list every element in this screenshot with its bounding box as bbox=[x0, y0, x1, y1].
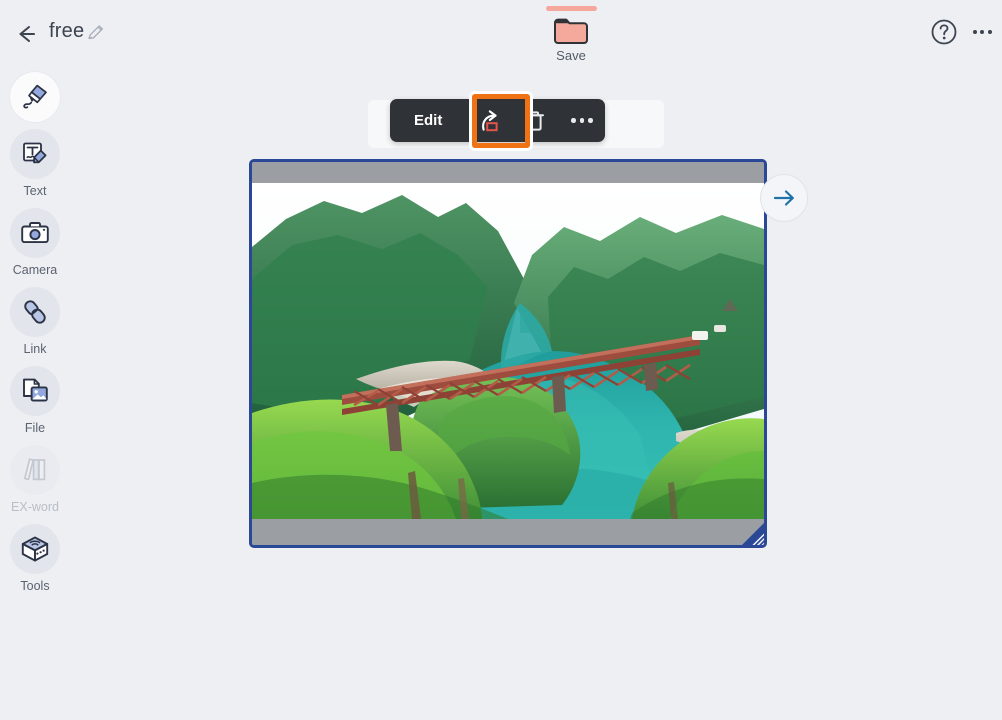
image-letterbox-top bbox=[252, 162, 764, 183]
camera-icon bbox=[21, 222, 49, 244]
pencil-icon bbox=[88, 25, 103, 40]
sidebar-item-text[interactable]: Text bbox=[0, 129, 70, 198]
save-button[interactable]: Save bbox=[540, 6, 602, 68]
sidebar-icon-wrap-tools bbox=[10, 524, 60, 574]
top-overflow-menu-button[interactable] bbox=[966, 16, 998, 48]
back-arrow-icon bbox=[19, 26, 35, 42]
more-horizontal-icon bbox=[980, 30, 984, 34]
books-icon bbox=[23, 458, 46, 481]
object-overflow-menu-button[interactable] bbox=[558, 99, 605, 142]
sidebar-icon-wrap-camera bbox=[10, 208, 60, 258]
page-title: free bbox=[49, 20, 85, 42]
object-context-toolbar: Edit bbox=[390, 99, 606, 142]
sidebar-icon-wrap-file bbox=[10, 366, 60, 416]
image-letterbox-bottom bbox=[252, 519, 764, 545]
text-edit-icon bbox=[23, 142, 47, 164]
photo-content bbox=[252, 183, 764, 519]
top-bar: free Save bbox=[0, 0, 1002, 68]
sidebar-label-file: File bbox=[24, 421, 46, 435]
sidebar-label-tools: Tools bbox=[20, 579, 50, 593]
sidebar-item-camera[interactable]: Camera bbox=[0, 208, 70, 277]
sidebar-label-ex-word: EX-word bbox=[11, 500, 59, 514]
title-edit-pencil-button[interactable] bbox=[86, 22, 106, 42]
sidebar-item-file[interactable]: File bbox=[0, 366, 70, 435]
selected-image-object[interactable] bbox=[249, 159, 767, 548]
sidebar-icon-wrap-link bbox=[10, 287, 60, 337]
back-button[interactable] bbox=[10, 18, 42, 50]
sidebar-label-camera: Camera bbox=[12, 263, 58, 277]
sidebar-icon-wrap-text bbox=[10, 129, 60, 179]
landscape-photo bbox=[252, 183, 764, 519]
save-label: Save bbox=[556, 48, 586, 63]
edit-button[interactable]: Edit bbox=[390, 99, 464, 142]
trash-icon bbox=[525, 110, 544, 131]
app-root: free Save Text Camera Link File EX-word … bbox=[0, 0, 1002, 720]
sidebar-item-ex-word[interactable]: EX-word bbox=[0, 445, 70, 514]
sidebar-item-link[interactable]: Link bbox=[0, 287, 70, 356]
share-export-icon bbox=[481, 109, 498, 131]
help-circle-icon bbox=[931, 19, 957, 45]
next-page-button[interactable] bbox=[760, 174, 808, 222]
sidebar-item-pen[interactable] bbox=[0, 72, 70, 127]
sidebar-tool-rail: Text Camera Link File EX-word Tools bbox=[0, 68, 70, 720]
more-horizontal-icon bbox=[987, 30, 992, 34]
help-button[interactable] bbox=[928, 16, 960, 48]
sidebar-item-tools[interactable]: Tools bbox=[0, 524, 70, 593]
resize-handle-bottom-right[interactable] bbox=[739, 520, 767, 548]
toolbox-icon bbox=[21, 536, 49, 562]
more-horizontal-icon bbox=[972, 30, 977, 34]
file-image-icon bbox=[23, 378, 48, 402]
more-horizontal-icon bbox=[571, 118, 593, 123]
share-button[interactable] bbox=[464, 99, 511, 142]
delete-button[interactable] bbox=[511, 99, 558, 142]
arrow-right-icon bbox=[773, 190, 794, 206]
sidebar-label-text: Text bbox=[23, 184, 47, 198]
sidebar-icon-wrap-ex-word bbox=[10, 445, 60, 495]
sidebar-label-link: Link bbox=[23, 342, 47, 356]
sidebar-icon-wrap-pen bbox=[10, 72, 60, 122]
link-chain-icon bbox=[24, 300, 46, 324]
pen-icon bbox=[23, 84, 47, 109]
folder-icon bbox=[554, 18, 588, 44]
